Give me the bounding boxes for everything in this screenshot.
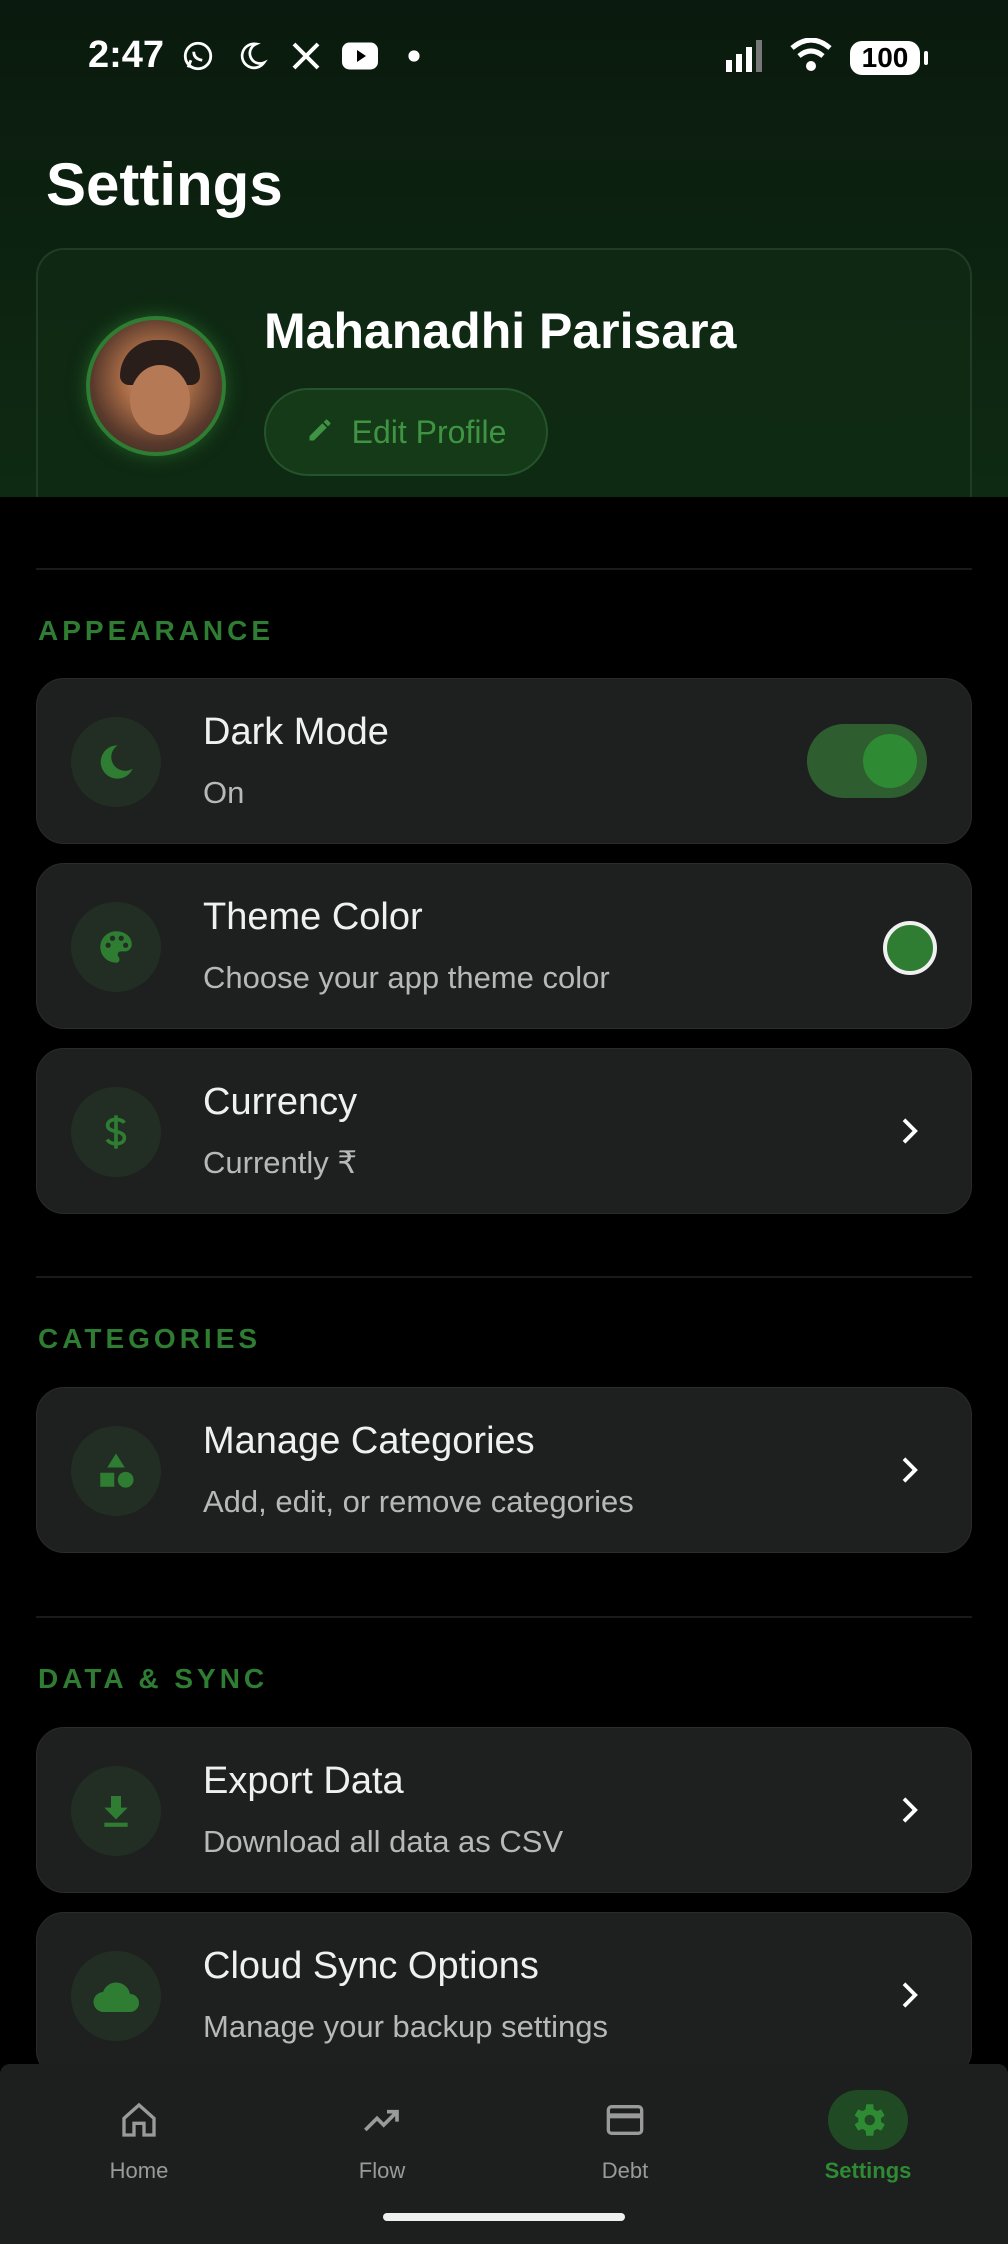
page-title: Settings — [46, 151, 283, 218]
battery-icon: 100 — [850, 40, 928, 75]
export-data-subtitle: Download all data as CSV — [203, 1824, 564, 1859]
category-shapes-icon — [71, 1426, 161, 1516]
theme-color-row[interactable]: Theme Color Choose your app theme color — [36, 863, 972, 1029]
section-label-appearance: APPEARANCE — [38, 615, 275, 646]
dark-mode-toggle[interactable] — [807, 724, 927, 798]
credit-card-icon — [585, 2090, 665, 2150]
nav-home-label: Home — [109, 2158, 169, 2183]
system-icons: 100 — [726, 37, 928, 77]
manage-categories-row[interactable]: Manage Categories Add, edit, or remove c… — [36, 1387, 972, 1553]
moon-icon — [71, 717, 161, 807]
currency-row[interactable]: Currency Currently ₹ — [36, 1048, 972, 1214]
dark-mode-row[interactable]: Dark Mode On — [36, 678, 972, 844]
nav-home[interactable]: Home — [49, 2090, 229, 2184]
chevron-right-icon — [885, 1446, 933, 1494]
youtube-icon — [342, 38, 378, 74]
x-icon — [288, 38, 324, 74]
theme-color-title: Theme Color — [203, 896, 423, 938]
manage-categories-subtitle: Add, edit, or remove categories — [203, 1484, 634, 1519]
pencil-icon — [306, 416, 334, 449]
avatar-face — [130, 365, 190, 435]
moon-icon — [234, 38, 270, 74]
gear-icon — [828, 2090, 908, 2150]
theme-color-subtitle: Choose your app theme color — [203, 960, 610, 995]
palette-icon — [71, 902, 161, 992]
cloud-sync-title: Cloud Sync Options — [203, 1945, 539, 1987]
theme-color-swatch[interactable] — [883, 921, 937, 975]
status-bar: 2:47 100 — [0, 0, 1008, 115]
dark-mode-title: Dark Mode — [203, 711, 389, 753]
nav-flow[interactable]: Flow — [292, 2090, 472, 2184]
edit-profile-button[interactable]: Edit Profile — [264, 388, 548, 476]
nav-settings-label: Settings — [824, 2158, 912, 2183]
cloud-sync-row[interactable]: Cloud Sync Options Manage your backup se… — [36, 1912, 972, 2078]
signal-icon — [726, 38, 772, 77]
chevron-right-icon — [885, 1971, 933, 2019]
currency-title: Currency — [203, 1081, 358, 1123]
currency-subtitle: Currently ₹ — [203, 1145, 358, 1180]
dark-mode-status: On — [203, 775, 245, 810]
wifi-icon — [790, 37, 832, 77]
notification-icons — [180, 38, 432, 74]
chevron-right-icon — [885, 1107, 933, 1155]
trending-up-icon — [342, 2090, 422, 2150]
status-time: 2:47 — [88, 34, 165, 76]
nav-settings[interactable]: Settings — [778, 2090, 958, 2184]
export-data-title: Export Data — [203, 1760, 404, 1802]
divider — [36, 568, 972, 570]
profile-card: Mahanadhi Parisara Edit Profile — [36, 248, 972, 497]
home-indicator[interactable] — [383, 2213, 625, 2221]
nav-debt[interactable]: Debt — [535, 2090, 715, 2184]
cloud-sync-subtitle: Manage your backup settings — [203, 2009, 608, 2044]
nav-debt-label: Debt — [601, 2158, 649, 2183]
dot-icon — [396, 38, 432, 74]
whatsapp-icon — [180, 38, 216, 74]
profile-name: Mahanadhi Parisara — [264, 303, 737, 359]
edit-profile-label: Edit Profile — [351, 413, 507, 450]
section-label-categories: CATEGORIES — [38, 1323, 262, 1354]
nav-flow-label: Flow — [358, 2158, 406, 2183]
cloud-icon — [71, 1951, 161, 2041]
divider — [36, 1616, 972, 1618]
divider — [36, 1276, 972, 1278]
download-icon — [71, 1766, 161, 1856]
chevron-right-icon — [885, 1786, 933, 1834]
toggle-knob — [863, 734, 917, 788]
home-icon — [99, 2090, 179, 2150]
manage-categories-title: Manage Categories — [203, 1420, 535, 1462]
dollar-icon — [71, 1087, 161, 1177]
avatar[interactable] — [86, 316, 226, 456]
section-label-data-sync: DATA & SYNC — [38, 1663, 269, 1694]
export-data-row[interactable]: Export Data Download all data as CSV — [36, 1727, 972, 1893]
